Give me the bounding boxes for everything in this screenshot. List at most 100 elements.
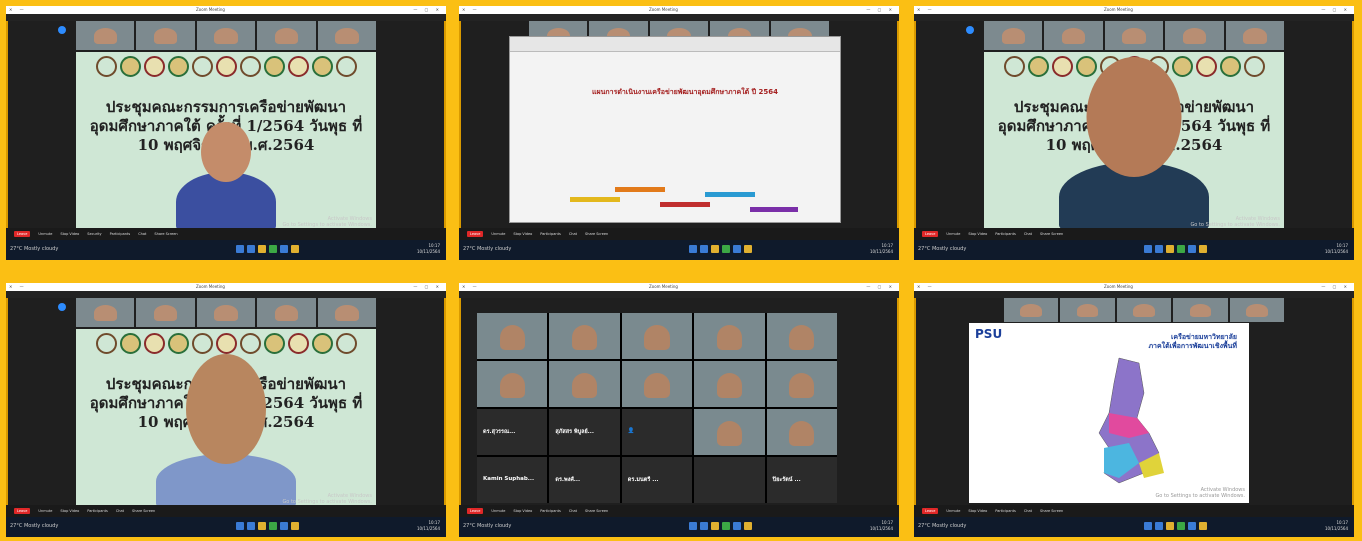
window-controls[interactable]: — ▢ ✕ xyxy=(866,6,895,14)
gallery-tile[interactable] xyxy=(766,361,837,407)
gallery-tile[interactable]: ดร.สุวรรณ... xyxy=(477,409,548,455)
taskbar-app-icon[interactable] xyxy=(269,245,277,253)
scroll-left-button[interactable] xyxy=(966,26,974,34)
participant-tile[interactable] xyxy=(1173,298,1228,322)
toolbar-item[interactable]: Participants xyxy=(995,232,1016,236)
participant-tile[interactable] xyxy=(136,298,195,327)
toolbar-item[interactable]: Participants xyxy=(540,232,561,236)
weather-widget[interactable]: 27°C Mostly cloudy xyxy=(463,246,511,252)
toolbar-item[interactable]: Participants xyxy=(995,509,1016,513)
toolbar-item[interactable]: Unmute xyxy=(38,509,52,513)
toolbar-item[interactable]: Unmute xyxy=(38,232,52,236)
taskbar-app-icon[interactable] xyxy=(1199,522,1207,530)
window-left-controls[interactable]: ✕ — xyxy=(9,6,27,14)
scroll-left-button[interactable] xyxy=(58,26,66,34)
taskbar-app-icon[interactable] xyxy=(258,522,266,530)
scroll-left-button[interactable] xyxy=(58,303,66,311)
participant-tile[interactable] xyxy=(1225,21,1285,50)
leave-button[interactable]: Leave xyxy=(922,508,939,514)
weather-widget[interactable]: 27°C Mostly cloudy xyxy=(918,246,966,252)
participant-tile[interactable] xyxy=(76,298,135,327)
taskbar-app-icon[interactable] xyxy=(236,245,244,253)
taskbar-app-icon[interactable] xyxy=(1177,245,1185,253)
taskbar-app-icon[interactable] xyxy=(1188,522,1196,530)
participant-tile[interactable] xyxy=(984,21,1043,50)
gallery-tile[interactable] xyxy=(694,457,765,503)
taskbar-app-icon[interactable] xyxy=(700,245,708,253)
window-left-controls[interactable]: ✕ — xyxy=(462,283,480,291)
taskbar-app-icon[interactable] xyxy=(1144,522,1152,530)
participant-tile[interactable] xyxy=(1060,298,1115,322)
leave-button[interactable]: Leave xyxy=(14,231,31,237)
leave-button[interactable]: Leave xyxy=(467,508,484,514)
taskbar-app-icon[interactable] xyxy=(1188,245,1196,253)
gallery-tile[interactable] xyxy=(694,313,765,359)
window-controls[interactable]: — ▢ ✕ xyxy=(1321,6,1350,14)
taskbar-app-icon[interactable] xyxy=(744,522,752,530)
taskbar-app-icon[interactable] xyxy=(700,522,708,530)
weather-widget[interactable]: 27°C Mostly cloudy xyxy=(463,523,511,529)
gallery-tile[interactable] xyxy=(549,313,620,359)
gallery-tile[interactable] xyxy=(477,313,548,359)
taskbar-app-icon[interactable] xyxy=(1155,245,1163,253)
system-clock[interactable]: 10:17 10/11/2564 xyxy=(870,243,893,255)
taskbar-app-icon[interactable] xyxy=(1144,245,1152,253)
toolbar-item[interactable]: Chat xyxy=(569,232,577,236)
toolbar-item[interactable]: Security xyxy=(87,232,101,236)
taskbar-app-icon[interactable] xyxy=(1166,522,1174,530)
toolbar-item[interactable]: Stop Video xyxy=(513,232,532,236)
participant-tile[interactable] xyxy=(257,298,316,327)
toolbar-item[interactable]: Chat xyxy=(1024,509,1032,513)
gallery-tile[interactable] xyxy=(694,361,765,407)
gallery-tile[interactable] xyxy=(766,409,837,455)
window-left-controls[interactable]: ✕ — xyxy=(9,283,27,291)
taskbar-app-icon[interactable] xyxy=(1155,522,1163,530)
leave-button[interactable]: Leave xyxy=(467,231,484,237)
taskbar-app-icon[interactable] xyxy=(711,522,719,530)
window-controls[interactable]: — ▢ ✕ xyxy=(413,6,442,14)
toolbar-item[interactable]: Share Screen xyxy=(154,232,177,236)
system-clock[interactable]: 10:17 10/11/2564 xyxy=(417,243,440,255)
taskbar-app-icon[interactable] xyxy=(1199,245,1207,253)
window-controls[interactable]: — ▢ ✕ xyxy=(1321,283,1350,291)
toolbar-item[interactable]: Share Screen xyxy=(585,232,608,236)
window-controls[interactable]: — ▢ ✕ xyxy=(866,283,895,291)
toolbar-item[interactable]: Stop Video xyxy=(513,509,532,513)
toolbar-item[interactable]: Unmute xyxy=(946,232,960,236)
participant-tile[interactable] xyxy=(317,21,377,50)
system-clock[interactable]: 10:17 10/11/2564 xyxy=(1325,520,1348,532)
weather-widget[interactable]: 27°C Mostly cloudy xyxy=(918,523,966,529)
system-clock[interactable]: 10:17 10/11/2564 xyxy=(417,520,440,532)
participant-tile[interactable] xyxy=(136,21,195,50)
participant-tile[interactable] xyxy=(196,298,256,327)
taskbar-app-icon[interactable] xyxy=(689,522,697,530)
toolbar-item[interactable]: Share Screen xyxy=(132,509,155,513)
taskbar-app-icon[interactable] xyxy=(1166,245,1174,253)
weather-widget[interactable]: 27°C Mostly cloudy xyxy=(10,523,58,529)
taskbar-app-icon[interactable] xyxy=(258,245,266,253)
gallery-tile[interactable] xyxy=(694,409,765,455)
system-clock[interactable]: 10:17 10/11/2564 xyxy=(1325,243,1348,255)
toolbar-item[interactable]: Unmute xyxy=(491,232,505,236)
gallery-tile[interactable] xyxy=(477,361,548,407)
toolbar-item[interactable]: Stop Video xyxy=(968,232,987,236)
toolbar-item[interactable]: Participants xyxy=(540,509,561,513)
weather-widget[interactable]: 27°C Mostly cloudy xyxy=(10,246,58,252)
toolbar-item[interactable]: Share Screen xyxy=(1040,509,1063,513)
taskbar-app-icon[interactable] xyxy=(280,245,288,253)
leave-button[interactable]: Leave xyxy=(14,508,31,514)
participant-tile[interactable] xyxy=(257,21,316,50)
toolbar-item[interactable]: Stop Video xyxy=(968,509,987,513)
toolbar-item[interactable]: Share Screen xyxy=(585,509,608,513)
participant-tile[interactable] xyxy=(1004,298,1059,322)
taskbar-app-icon[interactable] xyxy=(711,245,719,253)
taskbar-app-icon[interactable] xyxy=(1177,522,1185,530)
system-clock[interactable]: 10:17 10/11/2564 xyxy=(870,520,893,532)
taskbar-app-icon[interactable] xyxy=(722,522,730,530)
gallery-tile[interactable]: Kamin Suphab... xyxy=(477,457,548,503)
participant-tile[interactable] xyxy=(1104,21,1164,50)
toolbar-item[interactable]: Unmute xyxy=(946,509,960,513)
gallery-tile[interactable]: ดร.พงศ์... xyxy=(549,457,620,503)
gallery-tile[interactable]: 👤 xyxy=(621,409,693,455)
toolbar-item[interactable]: Unmute xyxy=(491,509,505,513)
